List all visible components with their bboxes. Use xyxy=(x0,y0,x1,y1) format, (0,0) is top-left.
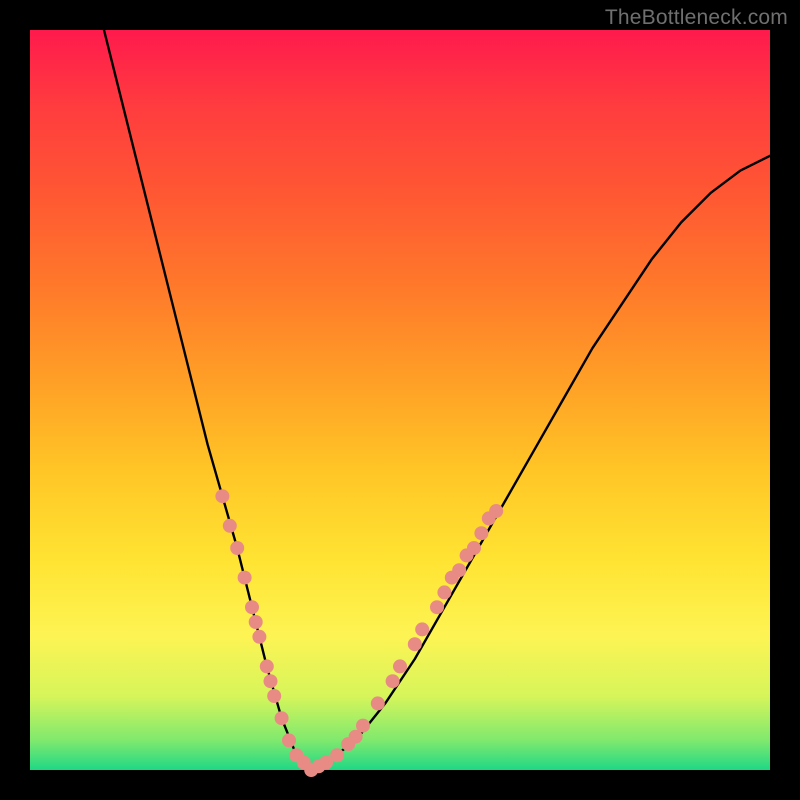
marker-dot xyxy=(215,489,229,503)
marker-dot xyxy=(430,600,444,614)
marker-dot xyxy=(230,541,244,555)
plot-area xyxy=(30,30,770,770)
marker-dot xyxy=(223,519,237,533)
chart-svg xyxy=(30,30,770,770)
marker-dot xyxy=(245,600,259,614)
marker-dot xyxy=(489,504,503,518)
marker-dot xyxy=(437,585,451,599)
marker-dot xyxy=(408,637,422,651)
highlight-dots xyxy=(215,489,503,777)
marker-dot xyxy=(330,748,344,762)
marker-dot xyxy=(386,674,400,688)
marker-dot xyxy=(275,711,289,725)
marker-dot xyxy=(415,622,429,636)
watermark-text: TheBottleneck.com xyxy=(605,6,788,30)
marker-dot xyxy=(238,571,252,585)
marker-dot xyxy=(264,674,278,688)
marker-dot xyxy=(249,615,263,629)
marker-dot xyxy=(474,526,488,540)
marker-dot xyxy=(252,630,266,644)
bottleneck-curve xyxy=(104,30,770,770)
marker-dot xyxy=(452,563,466,577)
marker-dot xyxy=(267,689,281,703)
marker-dot xyxy=(260,659,274,673)
marker-dot xyxy=(282,733,296,747)
marker-dot xyxy=(467,541,481,555)
marker-dot xyxy=(356,719,370,733)
chart-container: TheBottleneck.com xyxy=(0,0,800,800)
marker-dot xyxy=(393,659,407,673)
marker-dot xyxy=(371,696,385,710)
